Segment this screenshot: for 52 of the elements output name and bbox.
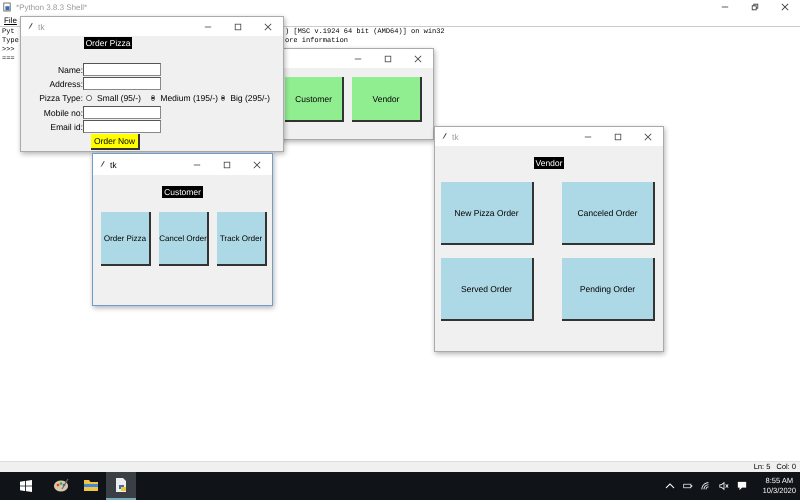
field-label: Mobile no: xyxy=(44,108,83,118)
form-heading: Order Pizza xyxy=(84,37,132,49)
notification-icon[interactable] xyxy=(736,481,747,491)
field-label: Email id: xyxy=(50,122,83,132)
battery-icon[interactable] xyxy=(682,481,693,491)
action-button[interactable]: Served Order xyxy=(441,258,534,321)
close-icon[interactable] xyxy=(781,3,789,11)
feather-icon xyxy=(99,160,105,169)
menu-button[interactable]: Customer xyxy=(285,77,344,122)
input-field[interactable] xyxy=(83,63,161,76)
maximize-icon[interactable] xyxy=(384,54,392,62)
close-icon[interactable] xyxy=(253,160,261,168)
window-heading: Customer xyxy=(162,186,203,198)
action-button[interactable]: Order Pizza xyxy=(101,212,151,266)
radio-option[interactable]: Medium (195/-) xyxy=(148,91,218,105)
close-icon[interactable] xyxy=(414,54,422,62)
feather-icon xyxy=(441,132,447,141)
window-title: tk xyxy=(452,132,459,142)
field-label: Pizza Type: xyxy=(39,93,83,103)
action-button[interactable]: Canceled Order xyxy=(562,182,655,245)
action-button[interactable]: Pending Order xyxy=(562,258,655,321)
close-icon[interactable] xyxy=(644,132,652,140)
wifi-icon[interactable] xyxy=(700,481,711,491)
action-button[interactable]: New Pizza Order xyxy=(441,182,534,245)
menu-item[interactable]: File xyxy=(4,16,17,24)
window-title: tk xyxy=(38,22,45,32)
folder-icon[interactable] xyxy=(83,477,99,493)
field-label: Address: xyxy=(49,78,83,88)
menu-button[interactable]: Vendor xyxy=(352,77,422,122)
order-now-button[interactable]: Order Now xyxy=(90,134,140,150)
chevron-up-icon[interactable] xyxy=(664,481,675,491)
palette-icon[interactable] xyxy=(53,477,69,493)
radio-option[interactable]: Big (295/-) xyxy=(218,91,270,105)
action-button[interactable]: Cancel Order xyxy=(159,212,209,266)
feather-icon xyxy=(27,22,33,31)
field-label: Name: xyxy=(58,64,83,74)
speaker-muted-icon[interactable] xyxy=(718,481,729,491)
maximize-icon[interactable] xyxy=(234,22,242,30)
action-button[interactable]: Track Order xyxy=(217,212,267,266)
input-field[interactable] xyxy=(83,106,161,119)
window-heading: Vendor xyxy=(534,157,564,169)
input-field[interactable] xyxy=(83,120,161,133)
input-field[interactable] xyxy=(83,77,161,90)
maximize-icon[interactable] xyxy=(223,160,231,168)
close-icon[interactable] xyxy=(264,22,272,30)
windows-start-icon[interactable] xyxy=(20,480,32,492)
maximize-icon[interactable] xyxy=(614,132,622,140)
restore-icon[interactable] xyxy=(751,3,759,11)
window-title: tk xyxy=(110,160,117,170)
python-file-icon[interactable] xyxy=(113,477,129,493)
window-title: *Python 3.8.3 Shell* xyxy=(16,2,88,12)
radio-option[interactable]: Small (95/-) xyxy=(83,91,148,105)
